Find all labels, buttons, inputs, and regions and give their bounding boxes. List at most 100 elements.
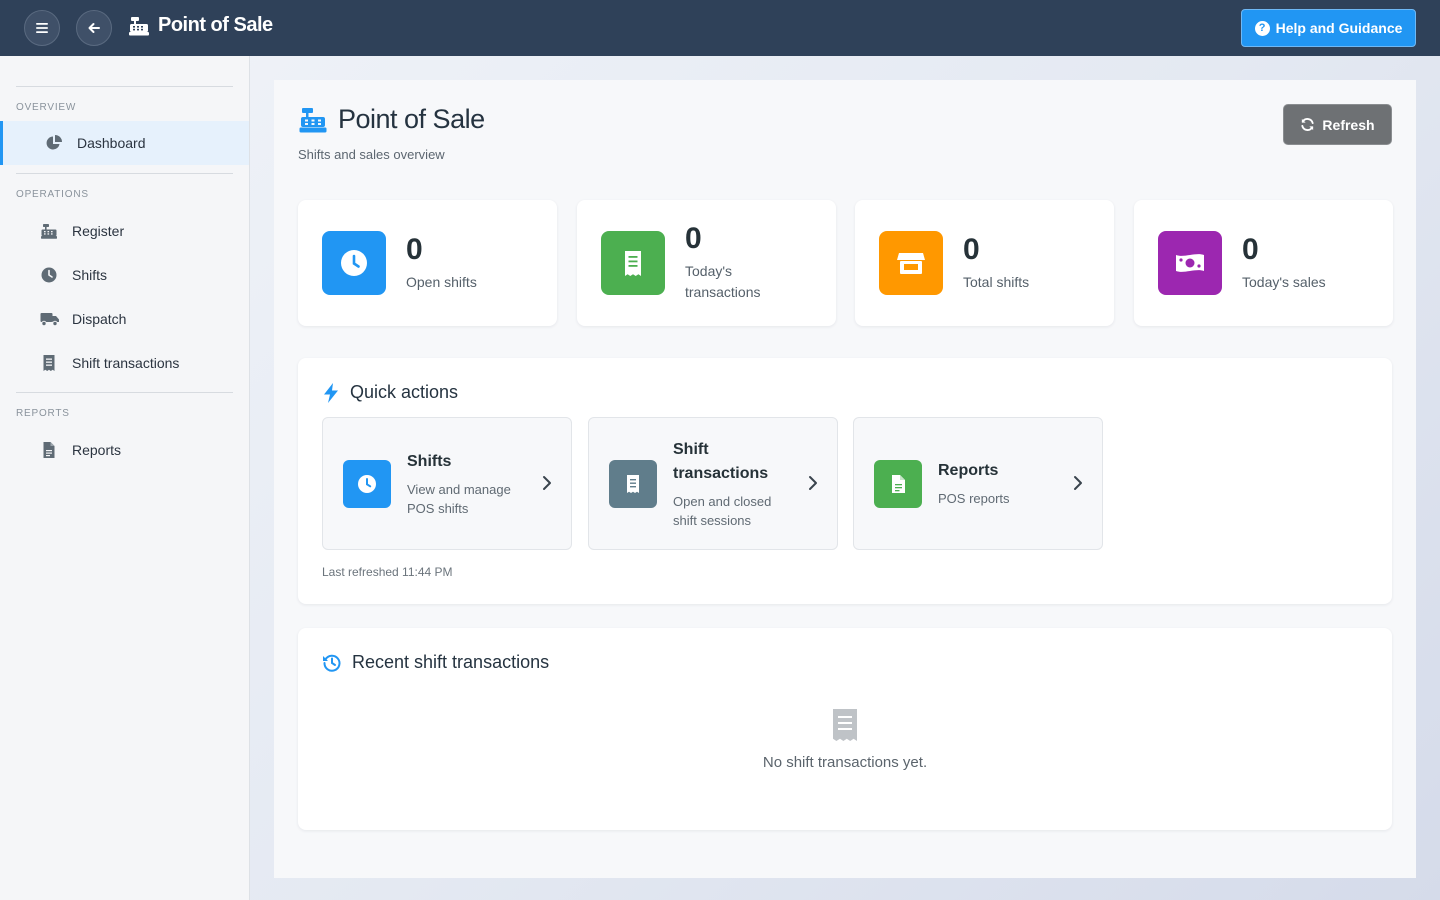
stat-value: 0 <box>685 222 702 255</box>
receipt-icon <box>833 709 857 741</box>
help-button-label: Help and Guidance <box>1275 20 1403 36</box>
quick-action-title: Shifts <box>407 452 452 470</box>
page-subtitle: Shifts and sales overview <box>298 147 445 162</box>
card-title-text: Quick actions <box>350 382 459 402</box>
stat-icon-box <box>322 231 386 295</box>
quick-action-shifts[interactable]: Shifts View and manage POS shifts <box>322 417 572 550</box>
quick-action-icon-box <box>609 459 657 508</box>
hamburger-icon <box>36 23 48 33</box>
stat-icon-box <box>879 231 943 295</box>
stat-text: 0 Today's transactions <box>685 223 785 303</box>
sidebar-item-shifts[interactable]: Shifts <box>0 253 249 297</box>
sidebar-item-reports[interactable]: Reports <box>0 428 249 472</box>
stat-icon-box <box>601 231 665 295</box>
receipt-icon <box>43 355 55 371</box>
quick-action-icon-box <box>343 459 391 508</box>
chevron-right-icon <box>1074 476 1082 490</box>
recent-transactions-card: Recent shift transactions No shift trans… <box>298 628 1392 830</box>
stat-card-todays-sales: 0 Today's sales <box>1134 200 1393 326</box>
sidebar-section-overview: OVERVIEW <box>16 102 77 113</box>
chevron-right-icon <box>543 476 551 490</box>
quick-action-title: Shift transactions <box>673 440 769 482</box>
quick-action-icon-box <box>874 459 922 508</box>
sidebar-item-dashboard[interactable]: Dashboard <box>0 121 249 165</box>
stat-card-total-shifts: 0 Total shifts <box>855 200 1114 326</box>
quick-action-shift-transactions[interactable]: Shift transactions Open and closed shift… <box>588 417 838 550</box>
clock-icon <box>341 250 367 276</box>
lightning-bolt-icon <box>324 382 338 403</box>
stat-text: 0 Total shifts <box>963 232 1063 293</box>
quick-action-desc: Open and closed shift sessions <box>673 493 772 528</box>
sidebar-item-label: Register <box>72 223 125 239</box>
recent-transactions-title: Recent shift transactions <box>322 652 549 673</box>
sidebar-section-reports: REPORTS <box>16 408 70 419</box>
quick-action-desc: POS reports <box>938 491 1010 506</box>
sidebar-divider <box>16 173 233 174</box>
cash-register-icon <box>41 224 57 239</box>
receipt-icon <box>625 251 641 276</box>
main-panel: Point of Sale Shifts and sales overview … <box>274 80 1416 878</box>
cash-register-icon <box>299 107 327 132</box>
help-and-guidance-button[interactable]: ? Help and Guidance <box>1241 9 1416 47</box>
question-circle-icon: ? <box>1254 20 1270 36</box>
sidebar-item-register[interactable]: Register <box>0 209 249 253</box>
quick-action-desc: View and manage POS shifts <box>407 481 511 516</box>
sidebar-item-label: Shifts <box>72 267 108 283</box>
card-title-text: Recent shift transactions <box>352 652 550 672</box>
quick-action-text: Reports POS reports <box>938 459 1058 508</box>
file-icon <box>43 442 55 458</box>
history-icon <box>323 654 341 672</box>
quick-action-reports[interactable]: Reports POS reports <box>853 417 1103 550</box>
stat-value: 0 <box>963 232 980 266</box>
stat-label: Open shifts <box>406 273 477 290</box>
stat-text: 0 Today's sales <box>1242 232 1342 293</box>
sidebar: OVERVIEW Dashboard OPERATIONS Register S… <box>0 56 250 900</box>
sidebar-item-shift-transactions[interactable]: Shift transactions <box>0 341 249 385</box>
sidebar-divider <box>16 86 233 87</box>
stat-card-open-shifts: 0 Open shifts <box>298 200 557 326</box>
refresh-icon <box>1301 118 1315 131</box>
sidebar-item-label: Shift transactions <box>72 355 180 371</box>
sidebar-item-label: Dashboard <box>77 135 146 151</box>
quick-action-text: Shifts View and manage POS shifts <box>407 450 527 518</box>
last-refreshed-text: Last refreshed 11:44 PM <box>322 565 453 579</box>
page-title-text: Point of Sale <box>338 104 485 134</box>
quick-actions-card: Quick actions Shifts View and manage POS… <box>298 358 1392 604</box>
sidebar-item-label: Reports <box>72 442 122 458</box>
clock-icon <box>358 474 376 493</box>
chart-pie-icon <box>46 135 62 150</box>
arrow-left-icon <box>88 23 100 33</box>
sidebar-item-label: Dispatch <box>72 311 127 327</box>
truck-icon <box>40 313 59 327</box>
refresh-button[interactable]: Refresh <box>1283 104 1392 145</box>
quick-action-text: Shift transactions Open and closed shift… <box>673 438 793 530</box>
quick-action-title: Reports <box>938 462 999 479</box>
stat-icon-box <box>1158 231 1222 295</box>
back-button[interactable] <box>76 10 112 46</box>
refresh-label: Refresh <box>1322 116 1375 133</box>
empty-state-text: No shift transactions yet. <box>762 754 928 771</box>
quick-actions-title: Quick actions <box>322 382 458 403</box>
money-icon <box>1176 254 1204 272</box>
stat-value: 0 <box>1242 232 1259 266</box>
stat-label: Today's transactions <box>685 263 761 300</box>
page-title: Point of Sale <box>298 104 485 135</box>
stat-label: Today's sales <box>1242 273 1326 290</box>
menu-button[interactable] <box>24 10 60 46</box>
top-bar: Point of Sale ? Help and Guidance <box>0 0 1440 56</box>
sidebar-section-operations: OPERATIONS <box>16 189 89 200</box>
stat-value: 0 <box>406 232 423 266</box>
sidebar-item-dispatch[interactable]: Dispatch <box>0 297 249 341</box>
clock-icon <box>41 267 57 283</box>
file-icon <box>892 474 905 493</box>
receipt-icon <box>627 474 639 493</box>
cash-register-icon <box>129 16 149 35</box>
stat-label: Total shifts <box>963 273 1030 290</box>
sidebar-divider <box>16 392 233 393</box>
page-header: Point of Sale Shifts and sales overview <box>298 104 485 162</box>
stat-text: 0 Open shifts <box>406 232 506 293</box>
app-title: Point of Sale <box>128 14 273 37</box>
app-title-text: Point of Sale <box>158 14 273 36</box>
store-icon <box>897 253 925 274</box>
chevron-right-icon <box>809 476 817 490</box>
